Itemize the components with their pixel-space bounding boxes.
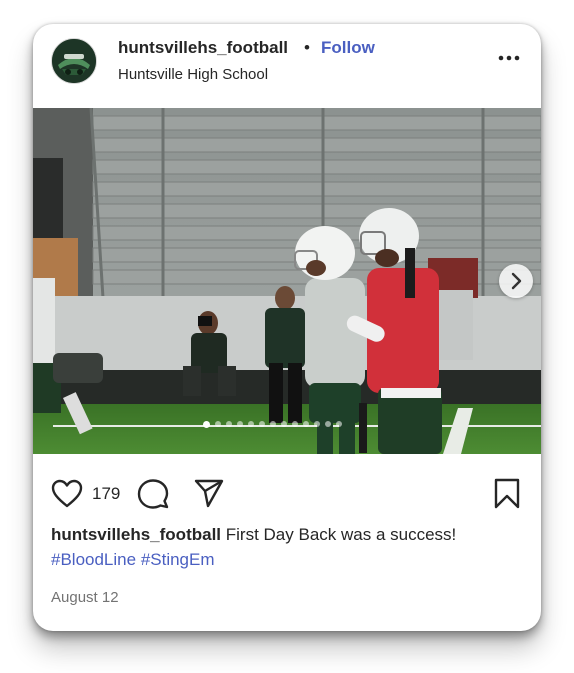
carousel-dot (314, 421, 320, 427)
paper-plane-icon[interactable] (193, 478, 225, 510)
comment-bubble-icon[interactable] (137, 478, 169, 510)
bookmark-icon[interactable] (493, 478, 521, 510)
post-username[interactable]: huntsvillehs_football (118, 38, 288, 58)
carousel-dot (270, 421, 276, 427)
team-logo-icon (52, 39, 96, 83)
carousel-indicator (203, 421, 342, 431)
like-count[interactable]: 179 (92, 484, 120, 504)
caption-text: First Day Back was a success! (225, 525, 457, 544)
carousel-dot (215, 421, 221, 427)
carousel-dot (248, 421, 254, 427)
avatar[interactable] (51, 38, 97, 84)
carousel-dot (292, 421, 298, 427)
separator-dot: • (304, 38, 310, 57)
carousel-dot (203, 421, 210, 428)
post-header: huntsvillehs_football • Follow Huntsvill… (33, 24, 541, 108)
post-card: huntsvillehs_football • Follow Huntsvill… (33, 24, 541, 631)
football-practice-photo (33, 108, 541, 454)
post-image[interactable] (33, 108, 541, 454)
caption-username[interactable]: huntsvillehs_football (51, 525, 221, 544)
carousel-dot (325, 421, 331, 427)
post-caption: huntsvillehs_football First Day Back was… (51, 522, 521, 572)
post-location[interactable]: Huntsville High School (118, 66, 268, 83)
carousel-dot (336, 421, 342, 427)
hashtag-bloodline[interactable]: #BloodLine (51, 550, 136, 569)
carousel-dot (281, 421, 287, 427)
hashtag-stingem[interactable]: #StingEm (141, 550, 215, 569)
carousel-dot (237, 421, 243, 427)
carousel-dot (303, 421, 309, 427)
carousel-dot (259, 421, 265, 427)
carousel-dot (226, 421, 232, 427)
more-options-icon[interactable] (495, 46, 523, 70)
chevron-right-icon (511, 272, 522, 290)
heart-icon[interactable] (51, 478, 83, 510)
follow-button[interactable]: Follow (321, 38, 375, 58)
action-bar: 179 (33, 454, 541, 514)
next-slide-button[interactable] (499, 264, 533, 298)
post-date: August 12 (51, 589, 119, 606)
